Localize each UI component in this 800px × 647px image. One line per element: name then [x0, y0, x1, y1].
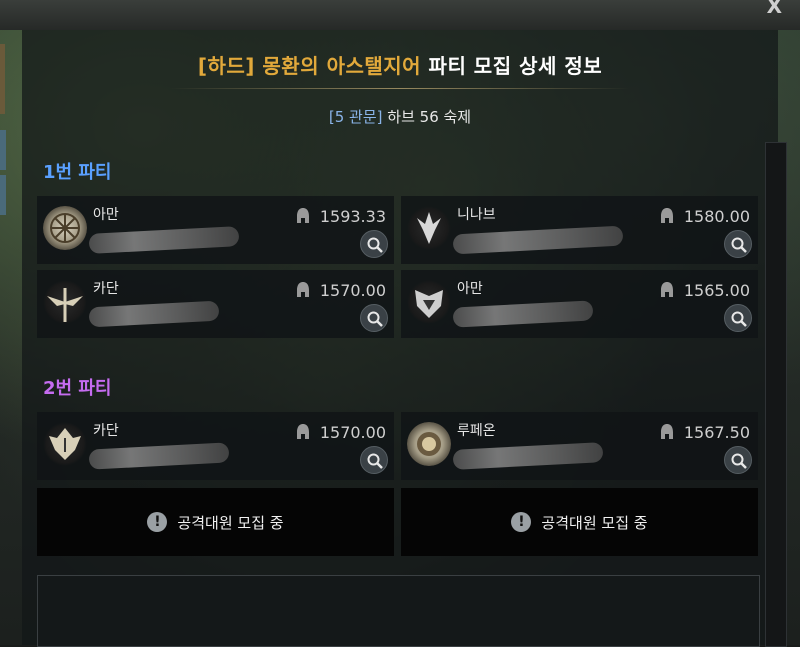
member-card: 아만 1565.00 [401, 270, 758, 338]
ninav-emblem-icon [407, 206, 451, 250]
item-level: 1565.00 [683, 281, 750, 300]
helmet-icon [661, 424, 673, 439]
member-card: 니나브 1580.00 [401, 196, 758, 264]
redacted-name [88, 442, 230, 470]
item-level: 1570.00 [319, 281, 386, 300]
helmet-icon [297, 208, 309, 223]
redacted-name [88, 226, 240, 254]
redacted-name [452, 225, 624, 255]
helmet-icon [661, 208, 673, 223]
left-side-tab[interactable] [0, 130, 6, 170]
recruiting-slot: ! 공격대원 모집 중 [37, 488, 394, 556]
magnifier-icon [731, 453, 747, 469]
kadan-emblem-icon [43, 422, 87, 466]
raid-subtitle: [5 관문] 하브 56 숙제 [0, 106, 800, 127]
recruiting-label: 공격대원 모집 중 [177, 513, 284, 532]
class-name: 니나브 [457, 207, 496, 223]
magnifier-icon [731, 311, 747, 327]
bottom-info-box [37, 575, 760, 647]
member-card: 카단 1570.00 [37, 270, 394, 338]
recruiting-label: 공격대원 모집 중 [541, 513, 648, 532]
party-2-label: 2번 파티 [43, 378, 112, 399]
member-card: 루페온 1567.50 [401, 412, 758, 480]
redacted-name [452, 300, 594, 328]
magnifier-icon [731, 237, 747, 253]
aman-emblem-icon [43, 206, 87, 250]
helmet-icon [297, 282, 309, 297]
inspect-button[interactable] [360, 230, 388, 258]
scrollbar[interactable] [765, 142, 787, 647]
redacted-name [452, 442, 604, 470]
aman-emblem-icon [407, 280, 451, 324]
party-1-label: 1번 파티 [43, 162, 112, 183]
inspect-button[interactable] [724, 304, 752, 332]
member-card: 아만 1593.33 [37, 196, 394, 264]
redacted-name [88, 300, 220, 328]
close-button[interactable]: X [767, 0, 782, 18]
member-card: 카단 1570.00 [37, 412, 394, 480]
magnifier-icon [367, 453, 383, 469]
inspect-button[interactable] [724, 230, 752, 258]
title-divider [170, 88, 630, 89]
class-name: 루페온 [457, 423, 496, 439]
raid-note: 하브 56 숙제 [387, 108, 472, 126]
gate-label: [5 관문] [328, 108, 383, 126]
kadan-emblem-icon [43, 280, 87, 324]
class-name: 아만 [457, 281, 483, 297]
recruiting-slot: ! 공격대원 모집 중 [401, 488, 758, 556]
inspect-button[interactable] [360, 446, 388, 474]
page-title: [하드] 몽환의 아스탤지어 파티 모집 상세 정보 [0, 50, 800, 79]
class-name: 카단 [93, 281, 119, 297]
raid-name: [하드] 몽환의 아스탤지어 [197, 54, 422, 78]
class-name: 카단 [93, 423, 119, 439]
item-level: 1567.50 [683, 423, 750, 442]
title-text: 파티 모집 상세 정보 [428, 54, 603, 78]
left-side-tab[interactable] [0, 175, 6, 215]
inspect-button[interactable] [360, 304, 388, 332]
magnifier-icon [367, 237, 383, 253]
item-level: 1580.00 [683, 207, 750, 226]
exclamation-icon: ! [511, 512, 532, 532]
class-name: 아만 [93, 207, 119, 223]
top-strip [0, 0, 800, 30]
magnifier-icon [367, 311, 383, 327]
item-level: 1570.00 [319, 423, 386, 442]
inspect-button[interactable] [724, 446, 752, 474]
item-level: 1593.33 [319, 207, 386, 226]
rufeon-emblem-icon [407, 422, 451, 466]
exclamation-icon: ! [147, 512, 168, 532]
helmet-icon [297, 424, 309, 439]
helmet-icon [661, 282, 673, 297]
